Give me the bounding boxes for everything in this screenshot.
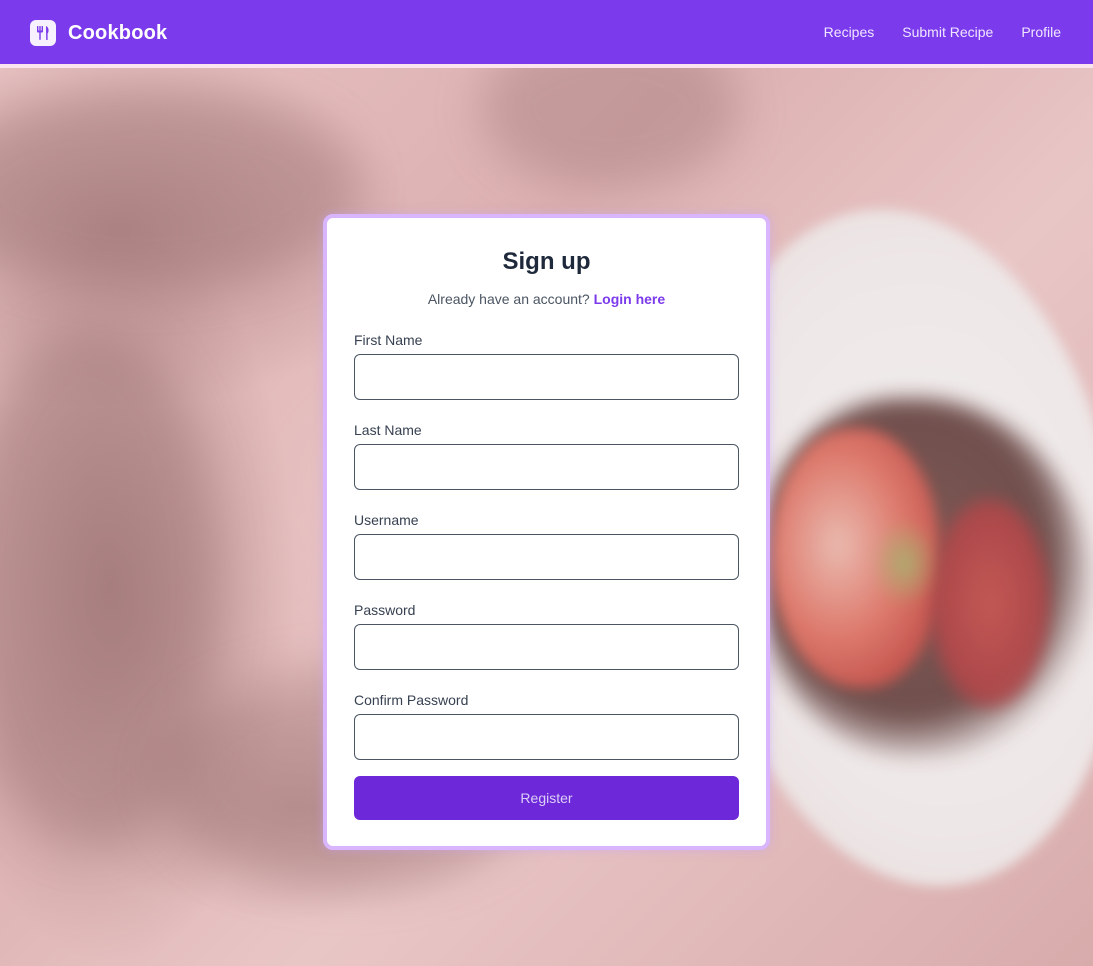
confirm-password-input[interactable] — [354, 714, 739, 760]
fork-knife-icon — [30, 20, 56, 46]
login-prompt: Already have an account? Login here — [327, 291, 766, 307]
signup-card: Sign up Already have an account? Login h… — [323, 214, 770, 850]
password-input[interactable] — [354, 624, 739, 670]
register-button[interactable]: Register — [354, 776, 739, 820]
nav-links: Recipes Submit Recipe Profile — [796, 24, 1061, 40]
confirm-password-label: Confirm Password — [354, 692, 469, 708]
username-input[interactable] — [354, 534, 739, 580]
last-name-label: Last Name — [354, 422, 422, 438]
password-label: Password — [354, 602, 416, 618]
nav-link-profile[interactable]: Profile — [1021, 24, 1061, 40]
login-prompt-text: Already have an account? — [427, 291, 590, 307]
strawberry — [930, 498, 1050, 708]
strawberry-leaf — [870, 518, 940, 608]
cloth-fold — [0, 88, 360, 288]
login-link[interactable]: Login here — [594, 291, 666, 307]
last-name-input[interactable] — [354, 444, 739, 490]
brand-logo-link[interactable]: Cookbook — [30, 20, 167, 46]
page-title: Sign up — [502, 248, 591, 275]
cloth-fold — [480, 68, 740, 188]
nav-link-submit-recipe[interactable]: Submit Recipe — [902, 24, 993, 40]
username-label: Username — [354, 512, 419, 528]
navbar: Cookbook Recipes Submit Recipe Profile — [0, 0, 1093, 68]
brand-name: Cookbook — [68, 21, 168, 44]
first-name-input[interactable] — [354, 354, 739, 400]
nav-link-recipes[interactable]: Recipes — [824, 24, 875, 40]
first-name-label: First Name — [354, 332, 423, 348]
